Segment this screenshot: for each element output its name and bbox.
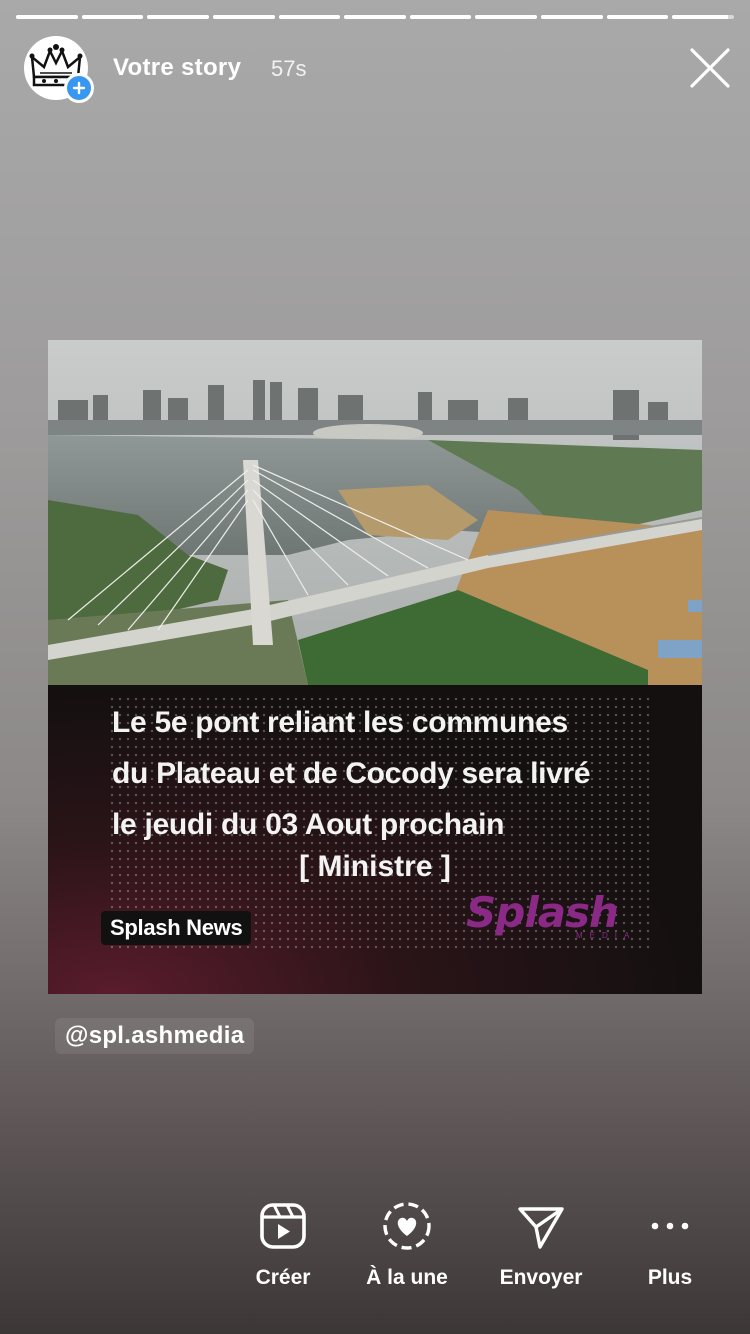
progress-segment <box>278 15 341 19</box>
progress-segment <box>344 15 406 19</box>
add-story-plus-icon[interactable] <box>64 73 94 103</box>
progress-segment-fill <box>409 15 472 19</box>
post-headline: Le 5e pont reliant les communes du Plate… <box>112 697 672 850</box>
close-icon <box>690 48 730 88</box>
progress-segment-fill <box>344 15 406 19</box>
brand-tag: Splash News <box>101 911 252 945</box>
reels-icon <box>253 1196 313 1256</box>
progress-segment <box>16 15 78 19</box>
post-attribution: [ Ministre ] <box>299 850 451 883</box>
progress-segment <box>409 15 472 19</box>
avatar[interactable] <box>24 36 94 103</box>
progress-segment-fill <box>541 15 603 19</box>
highlight-heart-icon <box>377 1196 437 1256</box>
create-button[interactable]: Créer <box>232 1196 334 1290</box>
headline-line-1: Le 5e pont reliant les communes <box>112 706 568 739</box>
progress-segment <box>606 15 669 19</box>
progress-segment-fill <box>475 15 538 19</box>
progress-segment <box>672 15 735 19</box>
progress-segment-fill <box>81 15 144 19</box>
more-button[interactable]: Plus <box>626 1196 714 1290</box>
progress-segment <box>147 15 209 19</box>
headline-line-2: du Plateau et de Cocody sera livré <box>112 757 591 790</box>
highlight-button[interactable]: À la une <box>357 1196 457 1290</box>
progress-segment-fill <box>606 15 669 19</box>
progress-segment-fill <box>672 15 728 19</box>
more-icon <box>640 1196 700 1256</box>
progress-segment <box>541 15 603 19</box>
mention-sticker[interactable]: @spl.ashmedia <box>55 1018 255 1054</box>
progress-segment <box>81 15 144 19</box>
splash-media-logo-sub: MEDIA <box>576 931 637 940</box>
progress-segment-fill <box>147 15 209 19</box>
highlight-label: À la une <box>366 1266 448 1289</box>
shared-post-card[interactable]: Le 5e pont reliant les communes du Plate… <box>48 340 702 994</box>
send-label: Envoyer <box>499 1266 583 1289</box>
story-toolbar: Créer À la une Envoyer Plus <box>0 1196 750 1306</box>
more-label: Plus <box>647 1266 693 1289</box>
story-owner-name[interactable]: Votre story <box>113 54 241 82</box>
splash-media-logo: Splash <box>466 888 619 937</box>
story-progress-bar <box>16 15 735 19</box>
progress-segment-fill <box>16 15 78 19</box>
story-timestamp: 57s <box>271 56 307 81</box>
send-icon <box>511 1196 571 1256</box>
progress-segment <box>212 15 275 19</box>
send-button[interactable]: Envoyer <box>491 1196 591 1290</box>
headline-line-3: le jeudi du 03 Aout prochain <box>112 808 505 841</box>
create-label: Créer <box>255 1266 311 1289</box>
progress-segment-fill <box>278 15 341 19</box>
close-button[interactable] <box>686 44 734 92</box>
progress-segment-fill <box>212 15 275 19</box>
progress-segment <box>475 15 538 19</box>
bridge-aerial-photo <box>48 340 702 685</box>
